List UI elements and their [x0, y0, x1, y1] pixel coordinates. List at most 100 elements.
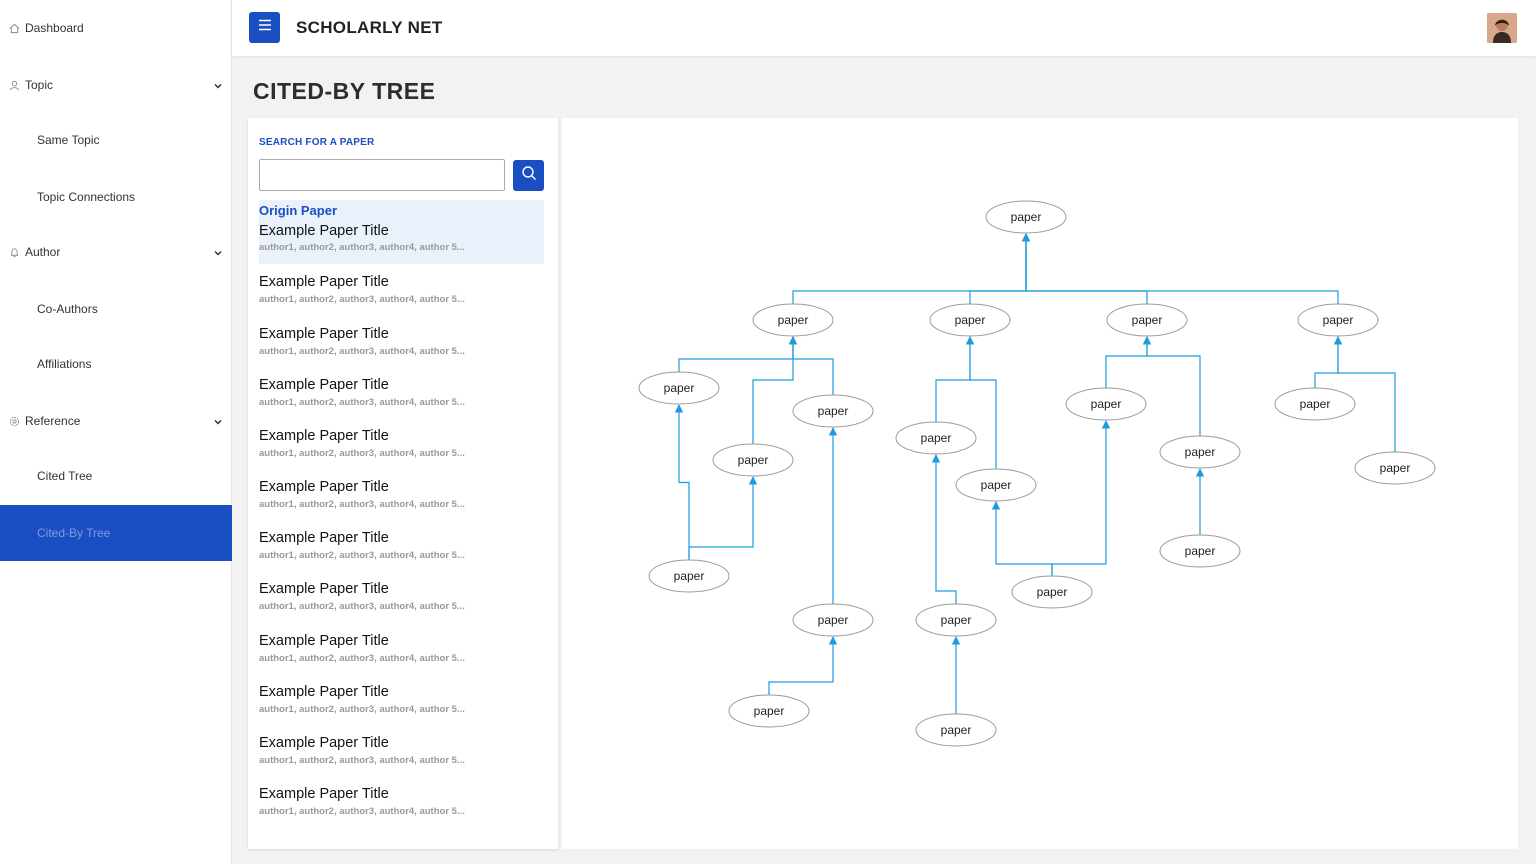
paper-node-label: paper: [1132, 313, 1163, 327]
sidebar-item-label: Author: [25, 245, 61, 259]
paper-node[interactable]: paper: [895, 421, 977, 455]
chevron-down-icon[interactable]: [213, 247, 223, 257]
list-item[interactable]: Example Paper Title author1, author2, au…: [259, 633, 544, 681]
gear-icon: [8, 415, 20, 427]
paper-node-label: paper: [778, 313, 809, 327]
paper-node-label: paper: [818, 404, 849, 418]
page-title: CITED-BY TREE: [253, 78, 436, 104]
citation-edge: [1142, 336, 1201, 436]
sidebar-item-label: Affiliations: [37, 357, 92, 371]
paper-node-label: paper: [664, 381, 695, 395]
citation-edge: [768, 636, 838, 695]
sidebar-item-affiliations[interactable]: Affiliations: [0, 336, 232, 392]
sidebar-item-label: Dashboard: [25, 21, 84, 35]
search-icon: [521, 165, 537, 186]
paper-node-label: paper: [1185, 445, 1216, 459]
paper-node[interactable]: paper: [728, 694, 810, 728]
paper-node[interactable]: paper: [638, 371, 720, 405]
paper-title: Example Paper Title: [259, 684, 389, 700]
paper-node[interactable]: paper: [648, 559, 730, 593]
sidebar-item-author[interactable]: Author: [0, 224, 232, 280]
paper-title: Example Paper Title: [259, 735, 389, 751]
cited-by-tree: paper paper paper paper paper paper paper paper…: [638, 200, 1436, 747]
citation-edge: [678, 336, 798, 372]
paper-authors: author1, author2, author3, author4, auth…: [259, 448, 465, 459]
list-item[interactable]: Example Paper Title author1, author2, au…: [259, 428, 544, 476]
sidebar-item-reference[interactable]: Reference: [0, 393, 232, 449]
paper-node-label: paper: [1380, 461, 1411, 475]
paper-node-label: paper: [1185, 544, 1216, 558]
list-item[interactable]: Example Paper Title author1, author2, au…: [259, 274, 544, 322]
paper-node[interactable]: paper: [985, 200, 1067, 234]
paper-node[interactable]: paper: [915, 713, 997, 747]
paper-node[interactable]: paper: [1274, 387, 1356, 421]
sidebar-item-cited-by-tree[interactable]: Cited-By Tree: [0, 505, 232, 561]
paper-authors: author1, author2, author3, author4, auth…: [259, 806, 465, 817]
avatar[interactable]: [1487, 13, 1517, 43]
list-item[interactable]: Example Paper Title author1, author2, au…: [259, 326, 544, 374]
citation-edge: [1051, 420, 1111, 576]
paper-node-label: paper: [754, 704, 785, 718]
paper-node-label: paper: [955, 313, 986, 327]
paper-title: Example Paper Title: [259, 326, 389, 342]
list-item[interactable]: Example Paper Title author1, author2, au…: [259, 735, 544, 783]
paper-title: Example Paper Title: [259, 786, 389, 802]
paper-node[interactable]: paper: [792, 394, 874, 428]
citation-edge: [792, 233, 1031, 304]
paper-node[interactable]: paper: [752, 303, 834, 337]
menu-button[interactable]: [249, 12, 280, 43]
paper-node[interactable]: paper: [929, 303, 1011, 337]
paper-authors: author1, author2, author3, author4, auth…: [259, 294, 465, 305]
sidebar-item-cited-tree[interactable]: Cited Tree: [0, 448, 232, 504]
home-icon: [8, 22, 20, 34]
chevron-down-icon[interactable]: [213, 416, 223, 426]
brand-title: SCHOLARLY NET: [296, 18, 443, 37]
paper-node[interactable]: paper: [955, 468, 1037, 502]
sidebar-item-topic[interactable]: Topic: [0, 57, 232, 113]
paper-authors: author1, author2, author3, author4, auth…: [259, 346, 465, 357]
paper-node[interactable]: paper: [712, 443, 794, 477]
citation-edge: [991, 501, 1053, 576]
citation-edge: [931, 454, 957, 604]
paper-node[interactable]: paper: [1106, 303, 1188, 337]
paper-node[interactable]: paper: [1159, 534, 1241, 568]
paper-authors: author1, author2, author3, author4, auth…: [259, 704, 465, 715]
search-input[interactable]: [259, 159, 505, 191]
citation-edge: [674, 404, 690, 560]
paper-node[interactable]: paper: [915, 603, 997, 637]
paper-node[interactable]: paper: [1065, 387, 1147, 421]
list-item[interactable]: Example Paper Title author1, author2, au…: [259, 530, 544, 578]
sidebar: Dashboard Topic Same Topic Topic Connect…: [0, 0, 232, 864]
citation-edge: [969, 233, 1031, 304]
sidebar-item-label: Reference: [25, 414, 81, 428]
sidebar-item-dashboard[interactable]: Dashboard: [0, 0, 232, 56]
list-item[interactable]: Example Paper Title author1, author2, au…: [259, 684, 544, 732]
sidebar-item-label: Cited-By Tree: [37, 526, 111, 540]
list-item[interactable]: Example Paper Title author1, author2, au…: [259, 479, 544, 527]
paper-node[interactable]: paper: [1011, 575, 1093, 609]
list-item[interactable]: Example Paper Title author1, author2, au…: [259, 581, 544, 629]
paper-node[interactable]: paper: [1354, 451, 1436, 485]
paper-node[interactable]: paper: [1159, 435, 1241, 469]
paper-title: Example Paper Title: [259, 377, 389, 393]
sidebar-item-same-topic[interactable]: Same Topic: [0, 112, 232, 168]
origin-paper[interactable]: Origin Paper Example Paper Title author1…: [259, 200, 544, 264]
search-label: SEARCH FOR A PAPER: [259, 137, 375, 148]
sidebar-item-topic-connections[interactable]: Topic Connections: [0, 169, 232, 225]
paper-node-label: paper: [1323, 313, 1354, 327]
paper-node[interactable]: paper: [1297, 303, 1379, 337]
paper-node[interactable]: paper: [792, 603, 874, 637]
search-button[interactable]: [513, 160, 544, 191]
list-item[interactable]: Example Paper Title author1, author2, au…: [259, 377, 544, 425]
paper-node-label: paper: [1091, 397, 1122, 411]
paper-title: Example Paper Title: [259, 428, 389, 444]
paper-node-label: paper: [941, 613, 972, 627]
list-item[interactable]: Example Paper Title author1, author2, au…: [259, 786, 544, 834]
paper-authors: author1, author2, author3, author4, auth…: [259, 242, 465, 253]
sidebar-item-label: Same Topic: [37, 133, 100, 147]
citation-edge: [788, 336, 834, 395]
citation-edge: [965, 336, 997, 469]
sidebar-item-co-authors[interactable]: Co-Authors: [0, 281, 232, 337]
chevron-down-icon[interactable]: [213, 80, 223, 90]
cited-by-tree-canvas[interactable]: paper paper paper paper paper paper paper paper…: [562, 118, 1518, 849]
